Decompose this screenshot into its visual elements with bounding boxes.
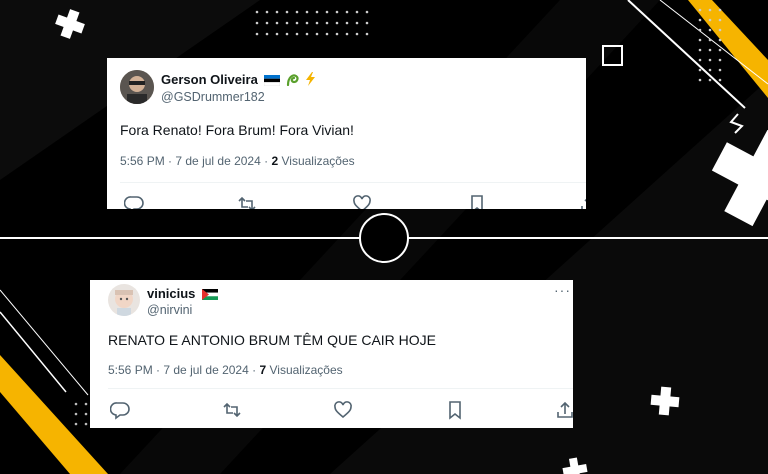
green-swirl-icon <box>286 74 299 86</box>
like-icon[interactable] <box>352 194 372 209</box>
views-count: 7 <box>259 363 267 377</box>
like-icon[interactable] <box>333 400 353 420</box>
bookmark-icon[interactable] <box>445 400 465 420</box>
views-label: Visualizações <box>269 363 343 377</box>
share-icon[interactable] <box>555 400 573 420</box>
tweet-text: RENATO E ANTONIO BRUM TÊM QUE CAIR HOJE <box>108 332 437 348</box>
dot-grid <box>255 10 369 36</box>
tweet-text: Fora Renato! Fora Brum! Fora Vivian! <box>120 122 354 138</box>
tweet-actions <box>90 400 573 420</box>
tweet-time[interactable]: 5:56 PM <box>120 154 165 168</box>
author-name[interactable]: vinicius <box>147 286 195 301</box>
tweet-date[interactable]: 7 de jul de 2024 <box>175 154 260 168</box>
lightning-icon <box>305 72 315 86</box>
reply-icon[interactable] <box>110 400 130 420</box>
tweet-meta: 5:56 PM · 7 de jul de 2024 · 7 Visualiza… <box>108 363 343 377</box>
more-options-icon[interactable]: ··· <box>554 282 571 298</box>
avatar[interactable] <box>108 284 140 316</box>
reply-icon[interactable] <box>124 194 144 209</box>
tweet-card[interactable]: vinicius @nirvini ··· RENATO E ANTONIO B… <box>90 280 573 428</box>
tweet-actions <box>107 194 586 209</box>
divider-circle <box>359 213 409 263</box>
retweet-icon[interactable] <box>222 400 242 420</box>
palestine-flag-icon <box>202 289 219 300</box>
tweet-card[interactable]: Gerson Oliveira @GSDrummer182 Fora Renat… <box>107 58 586 209</box>
share-icon[interactable] <box>579 194 586 209</box>
tweet-time[interactable]: 5:56 PM <box>108 363 153 377</box>
author-name[interactable]: Gerson Oliveira <box>161 72 258 87</box>
bookmark-icon[interactable] <box>467 194 487 209</box>
retweet-icon[interactable] <box>237 194 257 209</box>
author-handle[interactable]: @GSDrummer182 <box>161 90 265 104</box>
estonia-flag-icon <box>264 75 281 86</box>
tweet-meta: 5:56 PM · 7 de jul de 2024 · 2 Visualiza… <box>120 154 355 168</box>
separator <box>108 388 573 389</box>
views-count: 2 <box>271 154 279 168</box>
views-label: Visualizações <box>281 154 355 168</box>
author-handle[interactable]: @nirvini <box>147 303 192 317</box>
avatar[interactable] <box>120 70 154 104</box>
tweet-date[interactable]: 7 de jul de 2024 <box>163 363 248 377</box>
separator <box>120 182 586 183</box>
